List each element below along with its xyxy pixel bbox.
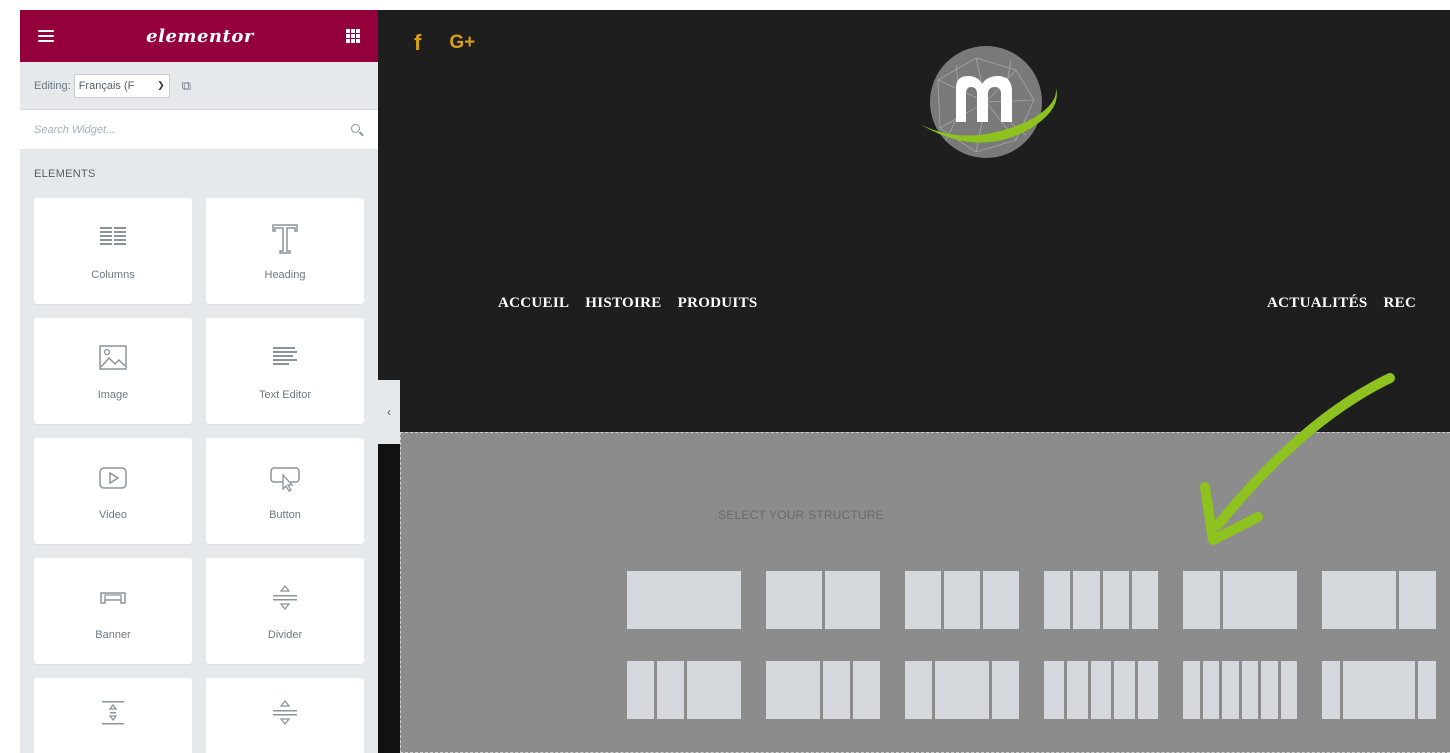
widget-divider[interactable]: Divider (206, 558, 364, 664)
structure-preset-1col[interactable] (627, 571, 741, 629)
nav-left: ACCUEIL HISTOIRE PRODUITS (498, 295, 774, 312)
widget-label: Columns (91, 269, 135, 281)
chevron-down-icon: ❯ (157, 80, 165, 90)
widget-label: Banner (95, 629, 131, 641)
nav-link-histoire[interactable]: HISTOIRE (585, 295, 661, 312)
image-icon (99, 345, 127, 370)
structure-preset-6col[interactable] (1183, 661, 1297, 719)
search-icon[interactable] (350, 123, 364, 137)
preview-left-strip (378, 444, 400, 753)
video-icon (99, 467, 127, 489)
elementor-panel: elementor Editing: Français (F ❯ ⧉ ELEME… (20, 10, 378, 753)
editing-language-bar: Editing: Français (F ❯ ⧉ (20, 62, 378, 110)
widget-columns[interactable]: Columns (34, 198, 192, 304)
search-widget-input[interactable] (34, 123, 294, 136)
widget-button[interactable]: Button (206, 438, 364, 544)
structure-preset-16-66-16[interactable] (1322, 661, 1436, 719)
page-preview: ‹ f G+ ACCUEIL HISTOIRE PRODUITS ACTUALI… (378, 10, 1450, 753)
elementor-logo: elementor (146, 25, 254, 47)
nav-right: ACTUALITÉS REC (1267, 295, 1432, 312)
widget-label: Video (99, 509, 127, 521)
nav-link-actualites[interactable]: ACTUALITÉS (1267, 295, 1368, 312)
language-select[interactable]: Français (F ❯ (73, 73, 170, 98)
widgets-grid-icon[interactable] (345, 29, 360, 43)
collapse-panel-button[interactable]: ‹ (378, 380, 400, 444)
widget-label: Button (269, 509, 301, 521)
divider-icon (273, 584, 297, 611)
structure-preset-4col[interactable] (1044, 571, 1158, 629)
structure-preset-2col[interactable] (766, 571, 880, 629)
structure-preset-50-25-25[interactable] (766, 661, 880, 719)
columns-icon (100, 227, 126, 245)
panel-header: elementor (20, 10, 378, 62)
language-select-value: Français (F (78, 79, 135, 92)
structure-preset-25-25-50[interactable] (627, 661, 741, 719)
elements-heading: ELEMENTS (34, 168, 96, 180)
widget-banner[interactable]: Banner (34, 558, 192, 664)
structure-preset-66-33[interactable] (1322, 571, 1436, 629)
divider-icon (273, 699, 297, 726)
duplicate-icon[interactable]: ⧉ (182, 78, 191, 94)
google-plus-icon[interactable]: G+ (449, 32, 475, 54)
widget-image[interactable]: Image (34, 318, 192, 424)
facebook-icon[interactable]: f (414, 30, 421, 56)
nav-link-recettes[interactable]: REC (1384, 295, 1417, 312)
editing-label: Editing: (34, 79, 71, 92)
widget-grid: Columns Heading Image Text Editor Video … (20, 198, 378, 753)
widget-label: Divider (267, 629, 303, 641)
widget-spacer[interactable] (34, 678, 192, 753)
widget-divider-2[interactable] (206, 678, 364, 753)
site-logo[interactable] (916, 40, 1068, 164)
widget-heading[interactable]: Heading (206, 198, 364, 304)
structure-preset-3col[interactable] (905, 571, 1019, 629)
nav-link-produits[interactable]: PRODUITS (678, 295, 758, 312)
widget-video[interactable]: Video (34, 438, 192, 544)
widget-search (20, 110, 378, 150)
structure-preset-25-50-25[interactable] (905, 661, 1019, 719)
widget-text-editor[interactable]: Text Editor (206, 318, 364, 424)
widget-label: Text Editor (259, 389, 311, 401)
social-links: f G+ (414, 30, 475, 56)
nav-link-accueil[interactable]: ACCUEIL (498, 295, 569, 312)
select-structure-title: SELECT YOUR STRUCTURE (718, 508, 884, 522)
spacer-icon (102, 701, 124, 725)
structure-preset-5col[interactable] (1044, 661, 1159, 719)
banner-icon (100, 592, 126, 604)
hamburger-menu-icon[interactable] (38, 30, 54, 42)
select-structure-area: SELECT YOUR STRUCTURE (400, 432, 1450, 753)
text-editor-icon (273, 347, 297, 365)
button-icon (270, 467, 300, 492)
widget-label: Image (97, 389, 129, 401)
structure-preset-33-66[interactable] (1183, 571, 1297, 629)
widget-label: Heading (264, 269, 306, 281)
heading-icon (272, 224, 298, 254)
